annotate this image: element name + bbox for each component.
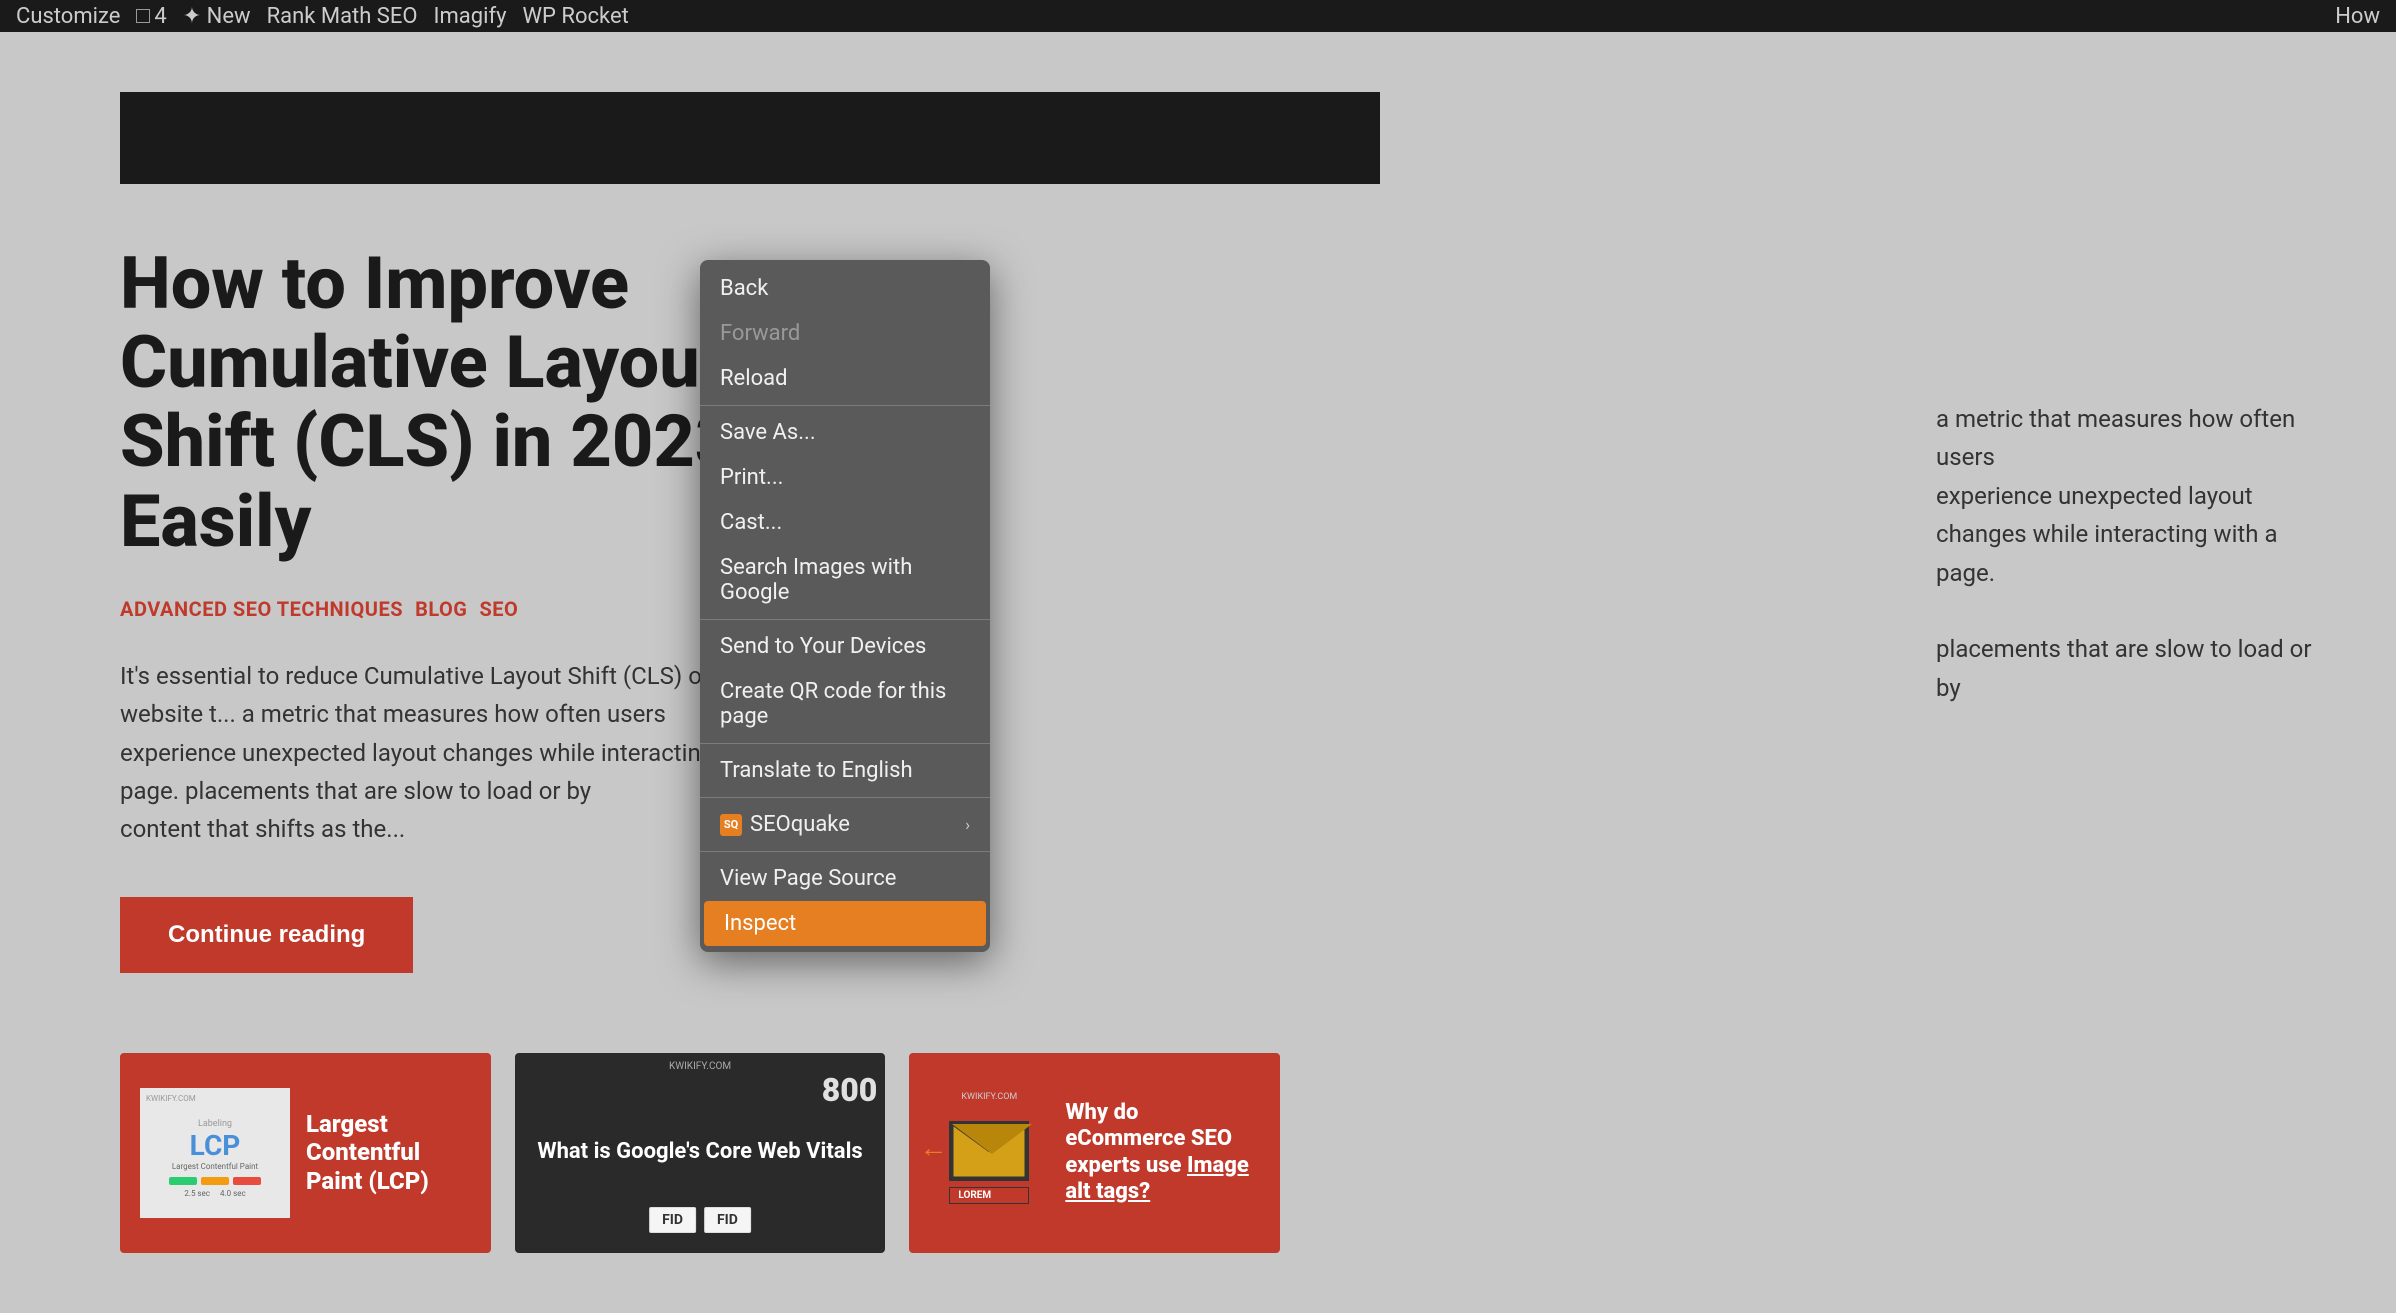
translate-label: Translate to English	[720, 758, 913, 783]
excerpt-text-5: content that shifts as the...	[120, 815, 405, 843]
lorem-badge: LOREM	[949, 1187, 1029, 1204]
customize-link[interactable]: Customize	[16, 4, 120, 29]
tag-blog[interactable]: BLOG	[415, 597, 467, 621]
separator-4	[700, 797, 990, 798]
seoquake-submenu-arrow: ›	[965, 815, 970, 834]
alt-tags-card[interactable]: KWIKIFY.COM ← LOREM Why do eCommerce SEO…	[909, 1053, 1280, 1253]
how-link[interactable]: How	[2335, 4, 2380, 29]
right-text-content: a metric that measures how often usersex…	[1936, 405, 2312, 702]
seoquake-label: SEOquake	[750, 812, 850, 837]
envelope-svg	[952, 1124, 1026, 1178]
lcp-card-title: Largest Contentful Paint (LCP)	[306, 1110, 471, 1196]
view-source-label: View Page Source	[720, 866, 896, 891]
context-menu-forward: Forward	[700, 311, 990, 356]
context-menu-inspect[interactable]: Inspect	[704, 901, 986, 946]
lcp-big-text: LCP	[190, 1129, 241, 1162]
excerpt-text-4: placements that are slow to load or by	[185, 777, 591, 805]
new-icon: ✦	[183, 4, 201, 29]
context-menu-view-source[interactable]: View Page Source	[700, 856, 990, 901]
ecommerce-card-image: KWIKIFY.COM ← LOREM	[929, 1088, 1049, 1218]
tag-seo[interactable]: SEO	[479, 597, 518, 621]
lcp-label-text: Labeling	[198, 1118, 232, 1129]
context-menu-cast[interactable]: Cast...	[700, 500, 990, 545]
save-as-label: Save As...	[720, 420, 816, 445]
context-menu-back[interactable]: Back	[700, 266, 990, 311]
separator-5	[700, 851, 990, 852]
envelope-icon	[949, 1121, 1029, 1181]
qr-code-label: Create QR code for this page	[720, 679, 970, 729]
tab-count[interactable]: 4	[136, 4, 166, 29]
envelope-wrapper: ← LOREM	[949, 1121, 1029, 1204]
lcp-time-2: 4.0 sec	[220, 1189, 246, 1198]
lcp-time-1: 2.5 sec	[184, 1189, 210, 1198]
back-label: Back	[720, 276, 768, 301]
cwv-card-title: What is Google's Core Web Vitals	[537, 1138, 862, 1167]
inspect-label: Inspect	[724, 911, 796, 936]
context-menu: Back Forward Reload Save As... Print... …	[700, 260, 990, 952]
core-web-vitals-card[interactable]: KWIKIFY.COM 800 What is Google's Core We…	[515, 1053, 886, 1253]
excerpt-text-2: a metric that measures how often users	[242, 700, 666, 728]
separator-2	[700, 619, 990, 620]
context-menu-reload[interactable]: Reload	[700, 356, 990, 401]
hero-image	[120, 92, 1380, 184]
new-link[interactable]: ✦ New	[183, 4, 251, 29]
search-images-label: Search Images with Google	[720, 555, 970, 605]
context-menu-send-devices[interactable]: Send to Your Devices	[700, 624, 990, 669]
separator-3	[700, 743, 990, 744]
context-menu-seoquake[interactable]: SQ SEOquake ›	[700, 802, 990, 847]
lcp-site-label: KWIKIFY.COM	[146, 1094, 196, 1103]
right-side-text: a metric that measures how often usersex…	[1936, 400, 2336, 707]
context-menu-search-images[interactable]: Search Images with Google	[700, 545, 990, 615]
cards-row: KWIKIFY.COM Labeling LCP Largest Content…	[120, 1053, 1280, 1253]
continue-reading-button[interactable]: Continue reading	[120, 897, 413, 973]
tag-advanced-seo[interactable]: ADVANCED SEO TECHNIQUES	[120, 597, 403, 621]
forward-item-left: Forward	[720, 321, 800, 346]
print-label: Print...	[720, 465, 783, 490]
lcp-card[interactable]: KWIKIFY.COM Labeling LCP Largest Content…	[120, 1053, 491, 1253]
lcp-bar-good	[169, 1177, 197, 1185]
rank-math-link[interactable]: Rank Math SEO	[267, 4, 418, 29]
send-devices-label: Send to Your Devices	[720, 634, 926, 659]
reload-item-left: Reload	[720, 366, 788, 391]
context-menu-qr-code[interactable]: Create QR code for this page	[700, 669, 990, 739]
lcp-bar-needs-improvement	[201, 1177, 229, 1185]
context-menu-translate[interactable]: Translate to English	[700, 748, 990, 793]
back-item-left: Back	[720, 276, 768, 301]
context-menu-save-as[interactable]: Save As...	[700, 410, 990, 455]
cwv-number: 800	[822, 1071, 878, 1109]
separator-1	[700, 405, 990, 406]
reload-label: Reload	[720, 366, 788, 391]
tab-checkbox	[136, 9, 150, 23]
article-excerpt: It's essential to reduce Cumulative Layo…	[120, 657, 800, 849]
lcp-sublabel: Largest Contentful Paint	[172, 1162, 258, 1171]
top-bar: Customize 4 ✦ New Rank Math SEO Imagify …	[0, 0, 2396, 32]
imagify-link[interactable]: Imagify	[434, 4, 507, 29]
ecom-site-label: KWIKIFY.COM	[961, 1092, 1017, 1102]
seoquake-item-left: SQ SEOquake	[720, 812, 850, 837]
lcp-bars	[169, 1177, 261, 1185]
cast-label: Cast...	[720, 510, 782, 535]
ecommerce-card-title: Why do eCommerce SEO experts use Image a…	[1065, 1100, 1260, 1206]
context-menu-print[interactable]: Print...	[700, 455, 990, 500]
lcp-card-image: KWIKIFY.COM Labeling LCP Largest Content…	[140, 1088, 290, 1218]
wp-rocket-link[interactable]: WP Rocket	[523, 4, 629, 29]
cwv-site-label: KWIKIFY.COM	[669, 1061, 731, 1072]
forward-label: Forward	[720, 321, 800, 346]
lcp-bar-poor	[233, 1177, 261, 1185]
lcp-time-labels: 2.5 sec 4.0 sec	[184, 1189, 245, 1198]
arrow-left-icon: ←	[919, 1131, 947, 1164]
seoquake-icon: SQ	[720, 814, 742, 836]
